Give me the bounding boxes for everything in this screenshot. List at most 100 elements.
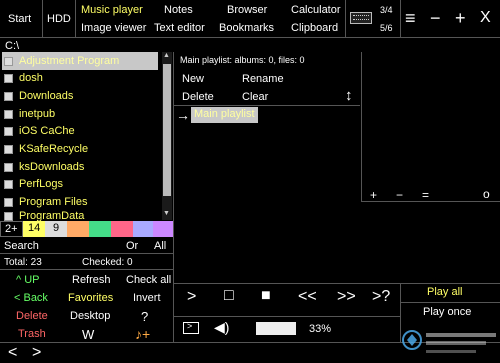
playlist-delete-button[interactable]: Delete xyxy=(182,91,214,103)
checkbox[interactable] xyxy=(4,126,13,136)
playlist-clear-button[interactable]: Clear xyxy=(242,91,268,103)
filter-swatch[interactable]: 9 xyxy=(45,221,67,237)
pause-button[interactable]: ■ xyxy=(261,287,271,305)
checkbox[interactable] xyxy=(4,73,13,83)
checkbox[interactable] xyxy=(4,197,13,207)
filter-swatch[interactable]: 2+ xyxy=(0,221,23,237)
delete-button[interactable]: Delete xyxy=(16,310,48,322)
filter-swatch[interactable] xyxy=(89,221,111,237)
app-browser[interactable]: Browser xyxy=(227,4,267,16)
checked-count: Checked: 0 xyxy=(82,257,133,268)
playlist-info: Main playlist: albums: 0, files: 0 xyxy=(180,55,305,65)
list-item[interactable]: PerfLogs xyxy=(2,175,158,193)
checkbox[interactable] xyxy=(4,179,13,189)
list-item[interactable]: ksDownloads xyxy=(2,158,158,176)
divider xyxy=(345,0,346,37)
checkbox[interactable] xyxy=(4,91,13,101)
app-bookmarks[interactable]: Bookmarks xyxy=(219,22,274,34)
favorites-button[interactable]: Favorites xyxy=(68,292,113,304)
volume-fill xyxy=(256,322,296,335)
search-all-button[interactable]: All xyxy=(154,240,166,252)
filter-swatch[interactable] xyxy=(133,221,153,237)
filter-swatch[interactable] xyxy=(111,221,133,237)
eq-equal-button[interactable]: = xyxy=(422,188,429,202)
list-item[interactable]: Program Files xyxy=(2,193,158,211)
output-icon[interactable]: > xyxy=(183,321,199,334)
stop-button[interactable]: □ xyxy=(224,287,234,305)
scroll-up-icon[interactable]: ▲ xyxy=(163,52,170,59)
desktop-button[interactable]: Desktop xyxy=(70,310,110,322)
list-item[interactable]: KSafeRecycle xyxy=(2,140,158,158)
w-button[interactable]: W xyxy=(82,327,94,342)
list-item[interactable]: ProgramData xyxy=(2,211,158,221)
menu-icon[interactable]: ≡ xyxy=(405,8,416,29)
invert-button[interactable]: Invert xyxy=(133,292,161,304)
divider xyxy=(174,105,360,106)
scroll-thumb[interactable] xyxy=(163,64,171,196)
search-or-button[interactable]: Or xyxy=(126,240,138,252)
checkbox[interactable] xyxy=(4,56,13,66)
nav-right-button[interactable]: > xyxy=(32,344,41,362)
playlist-rename-button[interactable]: Rename xyxy=(242,73,284,85)
checkbox[interactable] xyxy=(4,144,13,154)
random-button[interactable]: >? xyxy=(372,288,390,306)
sort-arrows-icon[interactable]: ↕ xyxy=(345,87,353,104)
refresh-button[interactable]: Refresh xyxy=(72,274,111,286)
divider xyxy=(400,302,500,303)
scroll-down-icon[interactable]: ▼ xyxy=(163,210,170,217)
checkbox[interactable] xyxy=(4,162,13,172)
add-window-button[interactable]: + xyxy=(455,8,466,29)
eq-plus-button[interactable]: + xyxy=(370,188,377,202)
previous-button[interactable]: << xyxy=(298,288,317,306)
list-item[interactable]: iOS CaChe xyxy=(2,122,158,140)
divider xyxy=(42,0,43,37)
hdd-button[interactable]: HDD xyxy=(47,13,71,25)
play-once-button[interactable]: Play once xyxy=(423,306,471,318)
next-button[interactable]: >> xyxy=(337,288,356,306)
up-button[interactable]: ^ UP xyxy=(16,274,40,286)
trash-button[interactable]: Trash xyxy=(18,328,46,340)
app-image-viewer[interactable]: Image viewer xyxy=(81,22,146,34)
list-item[interactable]: dosh xyxy=(2,69,158,87)
back-button[interactable]: < Back xyxy=(14,292,48,304)
page-indicator-bottom: 5/6 xyxy=(380,23,393,33)
divider xyxy=(400,0,401,37)
nav-left-button[interactable]: < xyxy=(8,344,17,362)
search-input[interactable]: Search xyxy=(4,240,39,252)
eq-minus-button[interactable]: − xyxy=(396,188,403,202)
scrollbar[interactable]: ▲ ▼ xyxy=(162,52,172,220)
list-item[interactable]: Adjustment Program xyxy=(2,52,158,70)
page-indicator-top: 3/4 xyxy=(380,5,393,15)
volume-slider[interactable] xyxy=(256,322,296,335)
start-button[interactable]: Start xyxy=(8,13,31,25)
close-button[interactable]: X xyxy=(480,9,491,27)
play-button[interactable]: > xyxy=(187,288,196,306)
app-notes[interactable]: Notes xyxy=(164,4,193,16)
check-all-button[interactable]: Check all xyxy=(126,274,171,286)
add-music-button[interactable]: ♪+ xyxy=(135,326,150,342)
app-clipboard[interactable]: Clipboard xyxy=(291,22,338,34)
app-text-editor[interactable]: Text editor xyxy=(154,22,205,34)
help-button[interactable]: ? xyxy=(141,309,148,324)
filter-swatch[interactable]: 14 xyxy=(23,221,45,237)
divider xyxy=(0,269,173,270)
minimize-button[interactable]: − xyxy=(430,8,441,29)
list-item[interactable]: inetpub xyxy=(2,105,158,123)
play-all-button[interactable]: Play all xyxy=(427,286,462,298)
volume-value: 33% xyxy=(309,323,332,335)
checkbox[interactable] xyxy=(4,109,13,119)
playlist-item[interactable]: Main playlist xyxy=(191,107,258,123)
filter-swatch[interactable] xyxy=(67,221,89,237)
app-calculator[interactable]: Calculator xyxy=(291,4,341,16)
playlist-new-button[interactable]: New xyxy=(182,73,204,85)
app-music-player[interactable]: Music player xyxy=(81,4,143,16)
filter-swatch[interactable] xyxy=(153,221,173,237)
divider xyxy=(173,52,174,342)
visualizer-panel xyxy=(361,52,500,202)
keyboard-icon[interactable] xyxy=(350,12,372,24)
eq-circle-button[interactable]: o xyxy=(483,187,490,201)
volume-icon[interactable]: ◀) xyxy=(214,319,229,336)
checkbox[interactable] xyxy=(4,211,13,221)
list-item[interactable]: Downloads xyxy=(2,87,158,105)
current-playlist-arrow-icon: → xyxy=(176,107,190,123)
